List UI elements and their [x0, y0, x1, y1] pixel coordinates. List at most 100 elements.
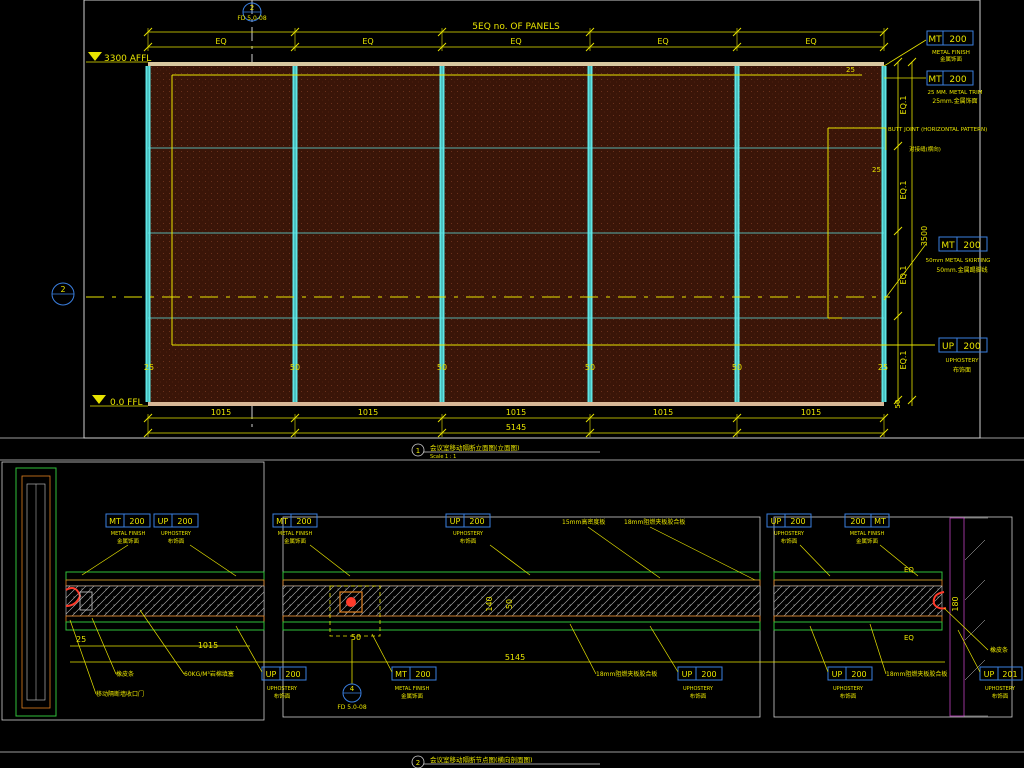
bottom-tag-2-cn: 金属饰面: [401, 692, 424, 700]
eq-label-4: EQ: [657, 37, 668, 46]
detail-marker-4: 4 FD 5.0-08: [337, 683, 367, 711]
plan-view: MT 200 METAL FINISH 金属饰面 UP 200 UPHOSTER…: [0, 459, 1024, 721]
plan-tag-left-metal: MT 200 METAL FINISH 金属饰面: [81, 513, 151, 576]
plan-dim-25: 25: [76, 635, 86, 644]
eq-label-5: EQ: [805, 37, 816, 46]
right-dim-bottom: 50: [894, 400, 902, 409]
plan-tag-4-en: UPHOSTERY: [453, 531, 484, 537]
level-bottom: 0.0 FFL: [90, 395, 148, 408]
plan-tag-2-num: 200: [177, 517, 192, 526]
plan-dim-50: 50: [351, 633, 361, 642]
level-top: 3300 AFFL: [86, 52, 151, 64]
bottom-tag-4-cn: 布饰面: [840, 692, 857, 700]
detail-marker-ref: FD 5.0-08: [337, 704, 367, 711]
plan-tag-5-code: UP: [771, 517, 782, 526]
bottom-tag-3-en: UPHOSTERY: [683, 686, 714, 692]
plan-tag-5-en: UPHOSTERY: [774, 531, 805, 537]
right-eq-2: EQ.1: [899, 181, 908, 200]
right-dim-upper: 25: [872, 166, 881, 174]
plan-dim-eq2: EQ: [904, 634, 914, 642]
total-width: 5145: [506, 423, 526, 432]
panel-width-2: 1015: [358, 408, 378, 417]
bottom-tag-3-num: 200: [701, 670, 716, 679]
top-trim: [148, 62, 884, 66]
panel-width-1: 1015: [211, 408, 231, 417]
plan-bottom-tag-5: UP 201 UPHOSTERY 布饰面: [957, 629, 1023, 700]
cad-drawing: 2 FD 5.0-08 5EQ no. OF PANELS EQ EQ EQ E…: [0, 0, 1024, 768]
bottom-tag-1-cn: 布饰面: [274, 692, 291, 700]
bottom-tag-3-code: UP: [682, 670, 693, 679]
view-title-1: 1 会议室移动隔断立面图(立面图) Scale 1 : 1: [0, 437, 1024, 460]
right-eq-1: EQ.1: [899, 96, 908, 115]
plan-left-note: 移动隔断墙收口门: [96, 690, 144, 698]
plan-tag-3-num: 200: [296, 517, 311, 526]
plan-dim-180: 180: [951, 596, 960, 611]
top-note-1: 15mm高密度板: [562, 518, 605, 526]
callout-5-en: UPHOSTERY: [946, 358, 980, 364]
strip-top-1: [65, 571, 265, 581]
eq-label-3: EQ: [510, 37, 521, 46]
callout-3-cn: 对接缝(横向): [909, 145, 941, 153]
callout-1-num: 200: [949, 35, 966, 45]
plan-dim-1015: 1015: [198, 641, 218, 650]
mullion-dim-5: 50: [732, 363, 742, 372]
mullion-dim-3: 50: [437, 363, 447, 372]
plan-note-5: 橡皮条: [990, 646, 1008, 654]
plan-tag-6-num: MT: [874, 517, 886, 526]
mullion-dim-6: 25: [878, 363, 888, 372]
plan-tag-right-uphostery: UP 200 UPHOSTERY 布饰面: [766, 513, 831, 577]
mullion-dim-4: 50: [585, 363, 595, 372]
callout-5-num: 200: [963, 342, 980, 352]
plan-dim-50b: 50: [505, 599, 514, 609]
callout-2-code: MT: [928, 75, 942, 85]
plan-tag-4-num: 200: [469, 517, 484, 526]
title-1-text: 会议室移动隔断立面图(立面图): [430, 443, 520, 452]
callout-butt-joint: BUTT JOINT (HORIZONTAL PATTERN) 对接缝(横向): [885, 127, 987, 153]
left-marker-num: 2: [60, 285, 65, 294]
plan-dim-eq1: EQ: [904, 566, 914, 574]
plan-tag-5-cn: 布饰面: [781, 537, 798, 545]
bottom-tag-5-num: 201: [1002, 670, 1017, 679]
plan-tag-2-en: UPHOSTERY: [161, 531, 192, 537]
callout-5-code: UP: [942, 342, 955, 352]
callout-4-cn: 50mm.金属踢脚线: [936, 266, 987, 274]
callout-3-en: BUTT JOINT (HORIZONTAL PATTERN): [888, 127, 987, 133]
section-strips: [65, 571, 943, 631]
strip-top-3: [773, 571, 943, 581]
plan-tag-3-cn: 金属饰面: [284, 537, 307, 545]
plan-bottom-tag-4: UP 200 UPHOSTERY 布饰面: [809, 625, 873, 700]
mullion-dim-1: 25: [144, 363, 154, 372]
top-marker-ref: FD 5.0-08: [237, 15, 267, 22]
plan-tag-5-num: 200: [790, 517, 805, 526]
bottom-tag-2-en: METAL FINISH: [395, 686, 430, 692]
callout-4-num: 200: [963, 241, 980, 251]
plan-tag-mid-uphostery: UP 200 UPHOSTERY 布饰面: [445, 513, 531, 576]
right-eq-3: EQ.1: [899, 266, 908, 285]
callout-metal-finish: MT 200 METAL FINISH 金属饰面: [883, 30, 974, 67]
callout-5-cn: 布饰面: [953, 366, 971, 374]
elevation-header: 5EQ no. OF PANELS: [472, 22, 560, 32]
plan-tag-1-cn: 金属饰面: [117, 537, 140, 545]
plan-bottom-tag-3: UP 200 UPHOSTERY 布饰面: [649, 625, 723, 700]
callout-4-code: MT: [941, 241, 955, 251]
plan-tag-3-en: METAL FINISH: [278, 531, 313, 537]
plan-tag-3-code: MT: [276, 517, 288, 526]
right-height: 3500: [920, 226, 929, 246]
bottom-tag-3-cn: 布饰面: [690, 692, 707, 700]
bottom-tag-1-code: UP: [266, 670, 277, 679]
left-section-marker: 2: [51, 282, 75, 306]
plan-note-4: 18mm阻燃夹板胶合板: [886, 670, 947, 678]
plan-tag-6-code: 200: [850, 517, 865, 526]
door-frame-detail: [15, 467, 57, 717]
mullion-dim-2: 50: [290, 363, 300, 372]
bottom-tag-4-en: UPHOSTERY: [833, 686, 864, 692]
plan-note-1: 橡皮条: [116, 670, 134, 678]
callout-1-en: METAL FINISH: [932, 50, 970, 56]
bottom-skirting: [148, 402, 884, 406]
strip-bottom-2: [282, 621, 761, 631]
panel-width-3: 1015: [506, 408, 526, 417]
strip-top-2: [282, 571, 761, 581]
plan-tag-6-en: METAL FINISH: [850, 531, 885, 537]
bottom-tag-5-code: UP: [984, 670, 995, 679]
panel-width-5: 1015: [801, 408, 821, 417]
